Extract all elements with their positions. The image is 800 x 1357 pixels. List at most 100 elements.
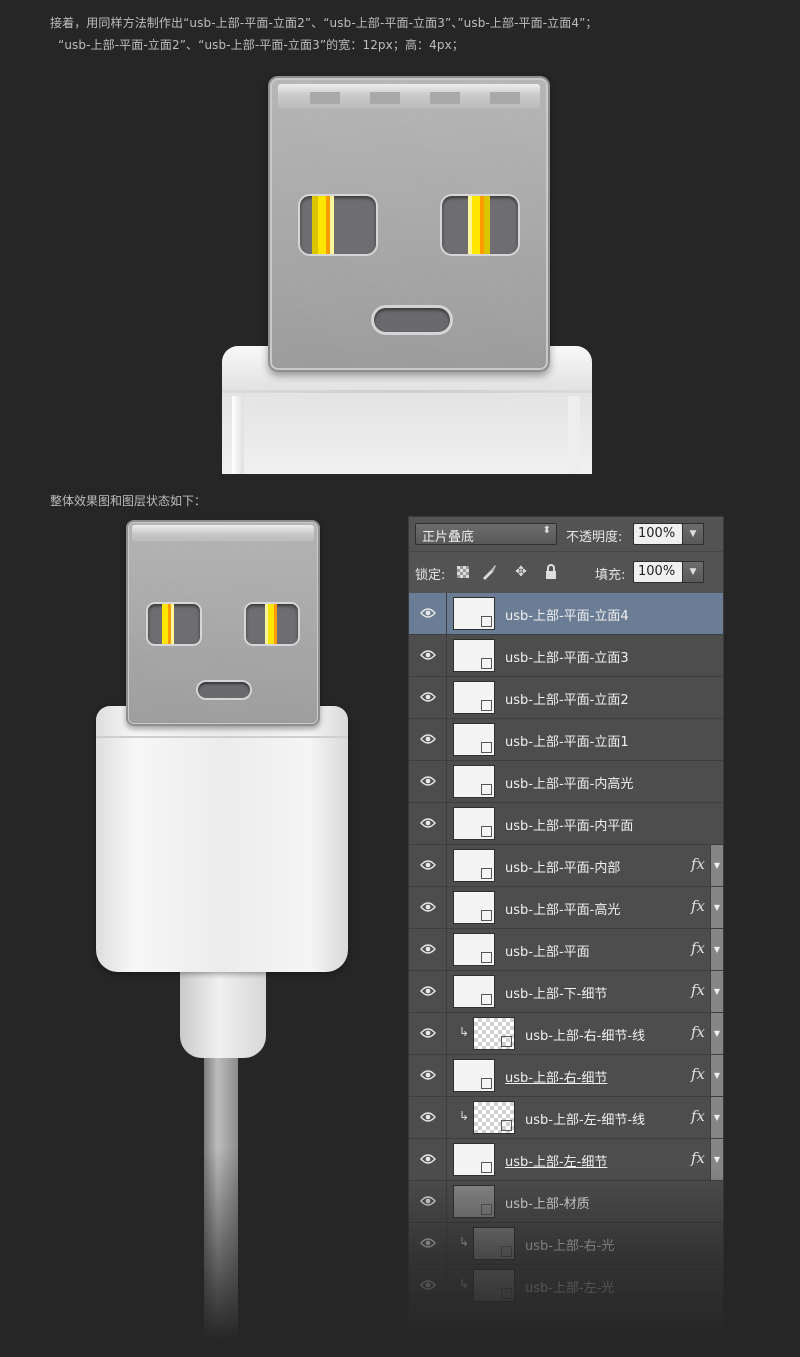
layer-effects-icon[interactable]: fx [691, 897, 705, 915]
effects-expand-icon[interactable]: ▼ [710, 1097, 723, 1138]
visibility-eye-icon[interactable] [409, 1139, 447, 1180]
effects-expand-icon[interactable]: ▼ [710, 845, 723, 886]
blend-mode-value: 正片叠底 [422, 530, 475, 545]
layer-row[interactable]: usb-上部-平面-立面2 [409, 677, 723, 719]
move-icon[interactable]: ✥ [513, 564, 529, 580]
layer-thumbnail[interactable] [473, 1269, 515, 1302]
layer-thumbnail[interactable] [453, 1185, 495, 1218]
visibility-eye-icon[interactable] [409, 929, 447, 970]
visibility-eye-icon[interactable] [409, 803, 447, 844]
layer-name[interactable]: usb-上部-左-细节-线 [525, 1109, 645, 1128]
layer-effects-icon[interactable]: fx [691, 1107, 705, 1125]
visibility-eye-icon[interactable] [409, 1181, 447, 1222]
visibility-eye-icon[interactable] [409, 677, 447, 718]
layer-row[interactable]: usb-上部-材质 [409, 1181, 723, 1223]
lock-transparency-icon[interactable] [457, 566, 469, 578]
padlock-icon[interactable] [543, 564, 559, 580]
effects-expand-icon[interactable]: ▼ [710, 1055, 723, 1096]
layer-name[interactable]: usb-上部-右-细节-线 [525, 1025, 645, 1044]
layer-name[interactable]: usb-上部-左-细节 [505, 1151, 607, 1170]
layer-thumbnail[interactable] [453, 807, 495, 840]
layer-row[interactable]: usb-上部-平面-内部 fx ▼ [409, 845, 723, 887]
layer-thumbnail[interactable] [453, 597, 495, 630]
visibility-eye-icon[interactable] [409, 1223, 447, 1264]
layer-thumbnail[interactable] [453, 933, 495, 966]
layer-thumbnail[interactable] [453, 1059, 495, 1092]
layer-row[interactable]: ↳ usb-上部-右-细节-线 fx ▼ [409, 1013, 723, 1055]
layer-row[interactable]: usb-上部-右-细节 fx ▼ [409, 1055, 723, 1097]
layer-name[interactable]: usb-上部-平面-内部 [505, 857, 620, 876]
opacity-field[interactable]: 100% [633, 523, 683, 545]
brush-icon[interactable] [481, 564, 497, 580]
layer-thumbnail[interactable] [473, 1101, 515, 1134]
layer-thumbnail[interactable] [453, 765, 495, 798]
visibility-eye-icon[interactable] [409, 635, 447, 676]
layer-row[interactable]: ↳ usb-上部-左-光 [409, 1265, 723, 1307]
plug-body [96, 706, 348, 972]
layer-name[interactable]: usb-上部-平面-立面2 [505, 689, 629, 708]
visibility-eye-icon[interactable] [409, 1265, 447, 1306]
layer-row[interactable]: usb-上部-平面-立面1 [409, 719, 723, 761]
visibility-eye-icon[interactable] [409, 761, 447, 802]
layer-thumbnail[interactable] [453, 1143, 495, 1176]
layer-name[interactable]: usb-上部-平面 [505, 941, 590, 960]
layer-name[interactable]: usb-上部-平面-立面4 [505, 605, 629, 624]
layer-row[interactable]: usb-上部-平面-内平面 [409, 803, 723, 845]
section-caption: 整体效果图和图层状态如下： [50, 494, 207, 508]
layer-name[interactable]: usb-上部-左-光 [525, 1277, 614, 1296]
layer-row[interactable]: usb-上部-下-细节 fx ▼ [409, 971, 723, 1013]
layer-name[interactable]: usb-上部-右-光 [525, 1235, 614, 1254]
visibility-eye-icon[interactable] [409, 593, 447, 634]
layer-thumbnail[interactable] [453, 681, 495, 714]
visibility-eye-icon[interactable] [409, 719, 447, 760]
layer-row[interactable]: ↳ usb-上部-左-细节-线 fx ▼ [409, 1097, 723, 1139]
effects-expand-icon[interactable]: ▼ [710, 1013, 723, 1054]
visibility-eye-icon[interactable] [409, 1055, 447, 1096]
layer-thumbnail[interactable] [453, 891, 495, 924]
layer-row[interactable]: usb-上部-平面-立面4 [409, 593, 723, 635]
opacity-dropdown-button[interactable]: ▼ [682, 523, 704, 545]
layer-thumbnail[interactable] [473, 1227, 515, 1260]
visibility-eye-icon[interactable] [409, 1013, 447, 1054]
layer-effects-icon[interactable]: fx [691, 855, 705, 873]
visibility-eye-icon[interactable] [409, 971, 447, 1012]
layer-name[interactable]: usb-上部-平面-内平面 [505, 815, 633, 834]
blend-mode-select[interactable]: 正片叠底 ⬍ [415, 523, 557, 545]
layer-effects-icon[interactable]: fx [691, 1149, 705, 1167]
layer-effects-icon[interactable]: fx [691, 1023, 705, 1041]
layer-thumbnail[interactable] [453, 723, 495, 756]
effects-expand-icon[interactable]: ▼ [710, 929, 723, 970]
layer-name[interactable]: usb-上部-平面-高光 [505, 899, 620, 918]
layer-name[interactable]: usb-上部-平面-立面3 [505, 647, 629, 666]
layer-row[interactable]: usb-上部-平面-高光 fx ▼ [409, 887, 723, 929]
layer-effects-icon[interactable]: fx [691, 939, 705, 957]
effects-expand-icon[interactable]: ▼ [710, 1139, 723, 1180]
layer-row[interactable]: usb-上部-平面-立面3 [409, 635, 723, 677]
layer-thumbnail[interactable] [473, 1017, 515, 1050]
vector-mask-icon [481, 616, 492, 627]
effects-expand-icon[interactable]: ▼ [710, 971, 723, 1012]
visibility-eye-icon[interactable] [409, 1097, 447, 1138]
layer-row[interactable]: usb-上部-平面-内高光 [409, 761, 723, 803]
visibility-eye-icon[interactable] [409, 887, 447, 928]
layer-effects-icon[interactable]: fx [691, 1065, 705, 1083]
fill-field[interactable]: 100% [633, 561, 683, 583]
layer-thumbnail[interactable] [453, 849, 495, 882]
layer-name[interactable]: usb-上部-右-细节 [505, 1067, 607, 1086]
layer-thumbnail[interactable] [453, 639, 495, 672]
fill-dropdown-button[interactable]: ▼ [682, 561, 704, 583]
layer-name[interactable]: usb-上部-平面-内高光 [505, 773, 633, 792]
vector-mask-icon [481, 826, 492, 837]
layer-row[interactable]: usb-上部-平面 fx ▼ [409, 929, 723, 971]
clipping-mask-icon: ↳ [459, 1109, 470, 1123]
layer-thumbnail[interactable] [453, 975, 495, 1008]
layers-toolbar-lock: 锁定: ✥ 填充: 100% ▼ [409, 555, 723, 589]
layer-name[interactable]: usb-上部-材质 [505, 1193, 590, 1212]
layer-effects-icon[interactable]: fx [691, 981, 705, 999]
layer-name[interactable]: usb-上部-平面-立面1 [505, 731, 629, 750]
layer-row[interactable]: ↳ usb-上部-右-光 [409, 1223, 723, 1265]
effects-expand-icon[interactable]: ▼ [710, 887, 723, 928]
visibility-eye-icon[interactable] [409, 845, 447, 886]
layer-row[interactable]: usb-上部-左-细节 fx ▼ [409, 1139, 723, 1181]
layer-name[interactable]: usb-上部-下-细节 [505, 983, 607, 1002]
